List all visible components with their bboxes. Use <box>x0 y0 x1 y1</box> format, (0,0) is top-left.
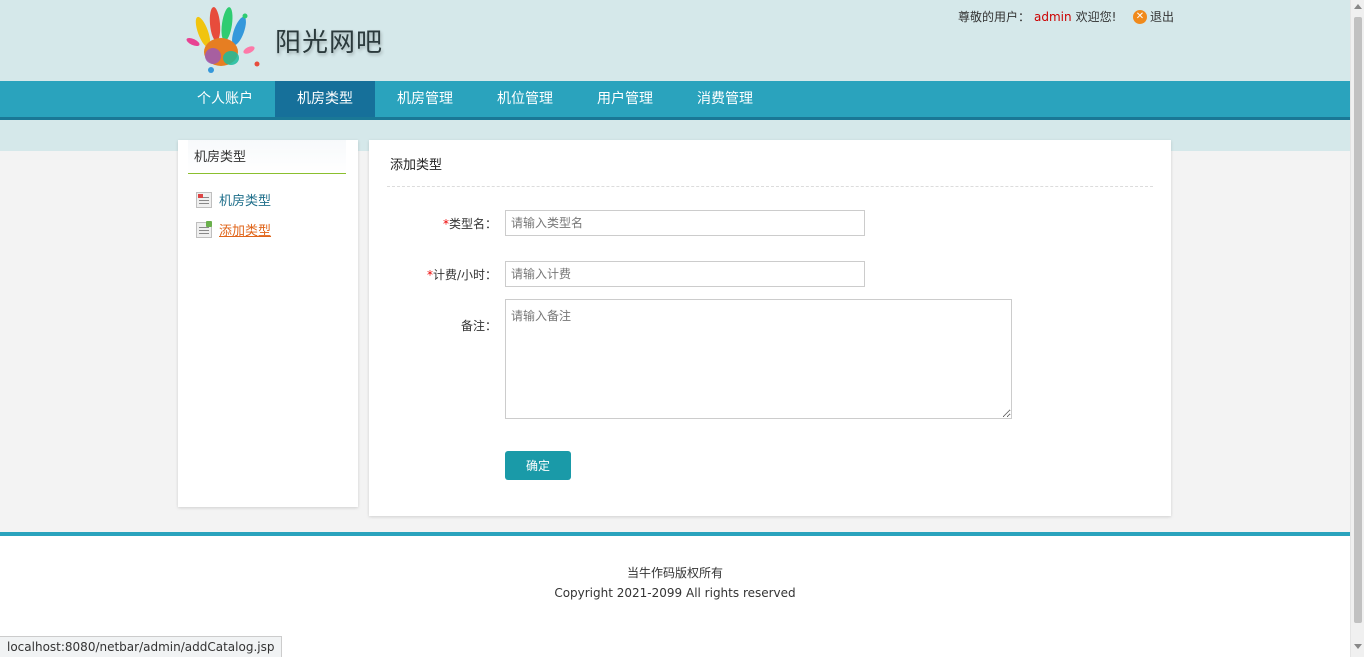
remark-textarea[interactable] <box>505 299 1012 419</box>
nav-item-personal-account[interactable]: 个人账户 <box>175 81 275 117</box>
scroll-up-arrow-icon[interactable] <box>1354 4 1362 9</box>
sidebar-title: 机房类型 <box>188 140 346 174</box>
vertical-scrollbar[interactable] <box>1350 0 1364 657</box>
logout-link[interactable]: ✕ 退出 <box>1133 8 1174 25</box>
nav-item-consumption-management[interactable]: 消费管理 <box>675 81 775 117</box>
nav-item-seat-management[interactable]: 机位管理 <box>475 81 575 117</box>
site-title: 阳光网吧 <box>275 28 384 58</box>
remark-label: 备注： <box>460 319 497 333</box>
scrollbar-thumb[interactable] <box>1354 17 1362 623</box>
browser-status-url: localhost:8080/netbar/admin/addCatalog.j… <box>0 636 283 657</box>
nav-item-user-management[interactable]: 用户管理 <box>575 81 675 117</box>
sidebar-item-add-type[interactable]: 添加类型 <box>196 220 271 239</box>
logout-label: 退出 <box>1150 10 1175 24</box>
footer-copyright-owner: 当牛作码版权所有 <box>626 566 723 580</box>
sidebar-item-label: 添加类型 <box>219 224 272 239</box>
list-icon <box>196 191 212 208</box>
main-nav: 个人账户 机房类型 机房管理 机位管理 用户管理 消费管理 <box>0 81 1350 120</box>
sidebar-item-label: 机房类型 <box>219 194 272 209</box>
header: 阳光网吧 尊敬的用户： admin 欢迎您! ✕ 退出 <box>0 0 1350 81</box>
scroll-down-arrow-icon[interactable] <box>1354 644 1362 649</box>
hands-logo-icon <box>186 7 260 73</box>
hourly-fee-label: *计费/小时： <box>427 266 497 283</box>
type-name-label-text: 类型名： <box>448 217 497 231</box>
hourly-fee-label-text: 计费/小时： <box>432 268 497 282</box>
sidebar-item-room-type[interactable]: 机房类型 <box>196 190 271 209</box>
confirm-button[interactable]: 确定 <box>505 451 571 480</box>
type-name-label: *类型名： <box>443 215 497 232</box>
username: admin <box>1034 10 1072 24</box>
nav-item-room-management[interactable]: 机房管理 <box>375 81 475 117</box>
footer-copyright: Copyright 2021-2099 All rights reserved <box>554 586 796 600</box>
close-circle-icon: ✕ <box>1133 9 1147 24</box>
form-title: 添加类型 <box>387 140 1153 187</box>
sidebar: 机房类型 机房类型 添加类型 <box>178 140 358 507</box>
type-name-input[interactable] <box>505 210 865 236</box>
greeting-suffix: 欢迎您! <box>1075 10 1117 24</box>
hourly-fee-input[interactable] <box>505 261 865 287</box>
nav-item-room-type[interactable]: 机房类型 <box>275 81 375 117</box>
user-greeting: 尊敬的用户： admin 欢迎您! <box>958 8 1116 25</box>
add-document-icon <box>196 220 212 238</box>
greeting-prefix: 尊敬的用户： <box>958 10 1031 24</box>
content-panel: 添加类型 *类型名： *计费/小时： 备注： 确定 <box>369 140 1171 516</box>
